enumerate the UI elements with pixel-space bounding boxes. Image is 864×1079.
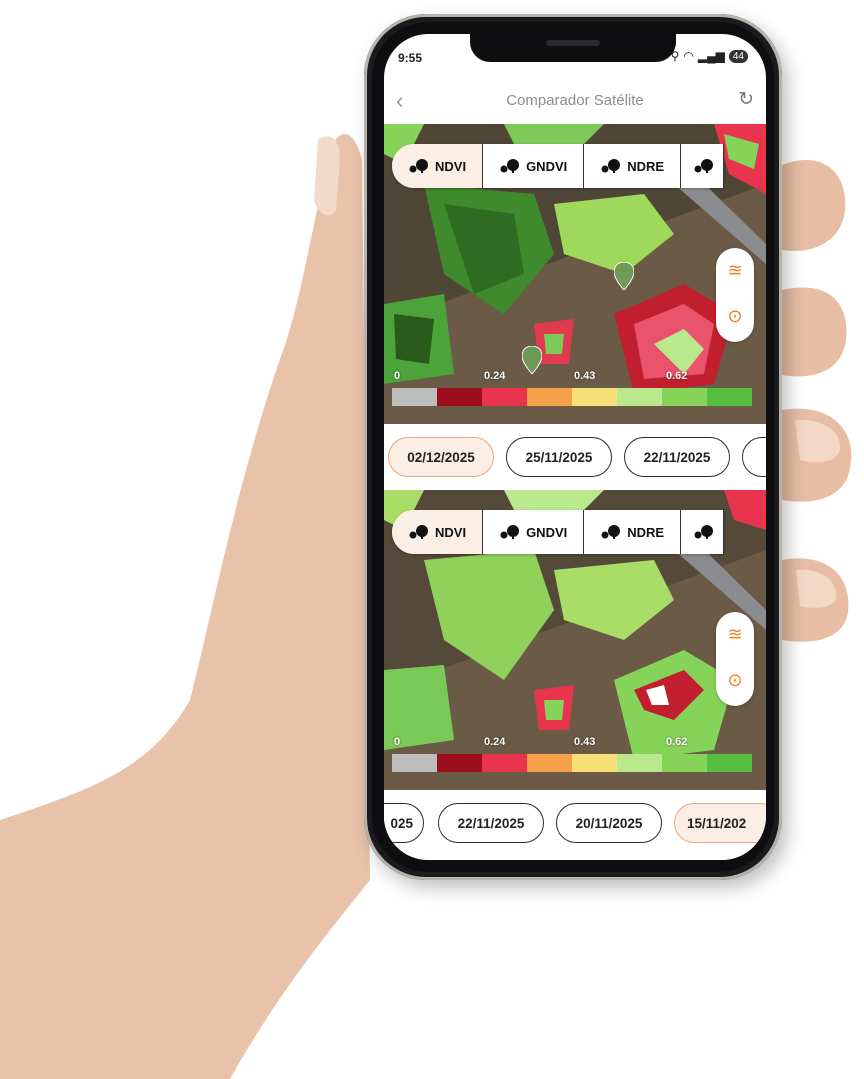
layer-tabs: NDVI GNDVI NDRE xyxy=(392,510,725,554)
phone-screen: 9:55 ⚲ ◠ ▂▄▆ 44 ‹ Comparador Satélite ↻ xyxy=(384,34,766,860)
date-chip[interactable]: 20/11/2025 xyxy=(556,803,662,843)
tab-label: GNDVI xyxy=(526,158,568,174)
ndvi-legend: 0 0.24 0.43 0.62 xyxy=(392,736,752,776)
legend-label: 0 xyxy=(394,736,401,748)
phone-notch xyxy=(470,34,676,62)
layer-tabs: NDVI GNDVI NDRE xyxy=(392,144,725,188)
tab-ndre[interactable]: NDRE xyxy=(584,144,682,188)
tab-gndvi[interactable]: GNDVI xyxy=(483,510,585,554)
legend-swatch xyxy=(707,388,752,406)
legend-swatch xyxy=(707,754,752,772)
legend-label: 0.62 xyxy=(666,370,688,382)
tab-gndvi[interactable]: GNDVI xyxy=(483,144,585,188)
status-time: 9:55 xyxy=(398,51,423,65)
tab-more[interactable] xyxy=(681,510,725,554)
bottom-date-selector: 025 22/11/2025 20/11/2025 15/11/202 xyxy=(384,790,766,860)
legend-label: 0.43 xyxy=(574,736,596,748)
map-tools: ≊ ⊙ xyxy=(716,248,754,342)
date-chip[interactable]: 025 xyxy=(384,803,424,843)
legend-label: 0.62 xyxy=(666,736,688,748)
legend-label: 0.24 xyxy=(484,736,506,748)
locate-icon[interactable]: ⊙ xyxy=(725,670,745,690)
top-date-selector: 02/12/2025 25/11/2025 22/11/2025 xyxy=(384,424,766,490)
tab-more[interactable] xyxy=(681,144,725,188)
date-chip[interactable]: 25/11/2025 xyxy=(506,437,612,477)
legend-swatch xyxy=(482,388,527,406)
map-tools: ≊ ⊙ xyxy=(716,612,754,706)
legend-swatch xyxy=(392,754,437,772)
legend-color-bar xyxy=(392,754,752,772)
date-chip[interactable]: 22/11/2025 xyxy=(624,437,730,477)
tab-ndvi[interactable]: NDVI xyxy=(392,144,484,188)
wifi-icon: ◠ xyxy=(683,49,694,63)
legend-swatch xyxy=(437,754,482,772)
tab-ndvi[interactable]: NDVI xyxy=(392,510,484,554)
app-bar: ‹ Comparador Satélite ↻ xyxy=(384,82,766,124)
tab-label: GNDVI xyxy=(526,524,568,540)
legend-swatch xyxy=(392,388,437,406)
legend-swatch xyxy=(572,388,617,406)
tab-label: NDVI xyxy=(435,158,467,174)
ndvi-legend: 0 0.24 0.43 0.62 xyxy=(392,370,752,410)
legend-labels: 0 0.24 0.43 0.62 xyxy=(392,370,752,386)
tree-icon xyxy=(409,525,428,539)
tree-icon xyxy=(500,159,520,173)
page-title: Comparador Satélite xyxy=(506,92,644,109)
map-pin-icon[interactable] xyxy=(614,262,634,290)
phone-speaker xyxy=(546,40,600,46)
signal-icon: ▂▄▆ xyxy=(697,49,725,63)
legend-labels: 0 0.24 0.43 0.62 xyxy=(392,736,752,752)
top-satellite-map[interactable]: NDVI GNDVI NDRE ≊ ⊙ 0 0.24 0.43 0.62 xyxy=(384,124,766,424)
layers-icon[interactable]: ≊ xyxy=(725,624,745,644)
legend-label: 0.24 xyxy=(484,370,506,382)
date-chip-partial[interactable] xyxy=(742,437,766,477)
tree-icon xyxy=(500,525,520,539)
status-icons: ⚲ ◠ ▂▄▆ 44 xyxy=(671,49,748,63)
legend-swatch xyxy=(662,388,707,406)
refresh-icon[interactable]: ↻ xyxy=(738,88,754,111)
legend-swatch xyxy=(482,754,527,772)
legend-swatch xyxy=(437,388,482,406)
tree-icon xyxy=(694,525,714,539)
legend-swatch xyxy=(617,754,662,772)
locate-icon[interactable]: ⊙ xyxy=(725,306,745,326)
legend-label: 0.43 xyxy=(574,370,596,382)
layers-icon[interactable]: ≊ xyxy=(725,260,745,280)
tab-label: NDRE xyxy=(627,158,665,174)
date-chip[interactable]: 02/12/2025 xyxy=(388,437,494,477)
legend-label: 0 xyxy=(394,370,401,382)
date-chip[interactable]: 15/11/202 xyxy=(674,803,766,843)
tree-icon xyxy=(601,525,621,539)
date-chip[interactable]: 22/11/2025 xyxy=(438,803,544,843)
tab-label: NDRE xyxy=(627,524,665,540)
legend-swatch xyxy=(572,754,617,772)
battery-badge: 44 xyxy=(728,49,748,63)
tab-label: NDVI xyxy=(435,524,467,540)
legend-swatch xyxy=(527,754,572,772)
tree-icon xyxy=(601,159,621,173)
legend-swatch xyxy=(662,754,707,772)
legend-color-bar xyxy=(392,388,752,406)
tab-ndre[interactable]: NDRE xyxy=(584,510,682,554)
tree-icon xyxy=(694,159,714,173)
legend-swatch xyxy=(527,388,572,406)
tree-icon xyxy=(409,159,428,173)
bottom-satellite-map[interactable]: NDVI GNDVI NDRE ≊ ⊙ 0 0.24 0.43 0.62 xyxy=(384,490,766,790)
legend-swatch xyxy=(617,388,662,406)
